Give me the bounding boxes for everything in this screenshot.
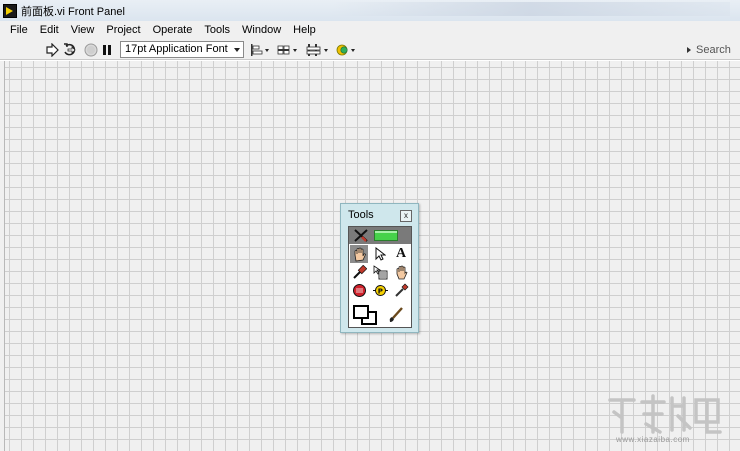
foreground-color-swatch (353, 305, 369, 319)
abort-icon[interactable] (83, 42, 99, 58)
svg-text:P: P (377, 287, 382, 295)
window-title-bar: 前面板.vi Front Panel (0, 0, 740, 21)
font-select-value: 17pt Application Font (125, 43, 228, 55)
automatic-tool-led-icon (374, 230, 398, 241)
menu-bar: File Edit View Project Operate Tools Win… (0, 21, 740, 40)
edit-text-icon[interactable]: A (392, 245, 410, 263)
menu-help[interactable]: Help (287, 21, 322, 40)
shortcut-menu-icon[interactable] (371, 263, 389, 281)
tools-palette-title: Tools (348, 209, 374, 221)
menu-operate[interactable]: Operate (147, 21, 199, 40)
reorder-icon[interactable] (336, 42, 358, 58)
scroll-window-hand-icon[interactable] (392, 263, 410, 281)
window-title: 前面板.vi Front Panel (21, 5, 125, 18)
watermark-url: www.xiazaiba.com (616, 435, 690, 444)
title-bar-background (330, 2, 730, 16)
chevron-down-icon (234, 48, 240, 52)
auto-tool-cross-icon (353, 228, 369, 246)
menu-project[interactable]: Project (100, 21, 146, 40)
breakpoint-icon[interactable] (350, 281, 368, 299)
font-select[interactable]: 17pt Application Font (120, 41, 244, 58)
position-size-arrow-icon[interactable] (371, 245, 389, 263)
pause-icon[interactable] (100, 42, 114, 58)
connect-wire-spool-icon[interactable] (350, 263, 368, 281)
labview-vi-icon (3, 3, 17, 18)
menu-tools[interactable]: Tools (198, 21, 236, 40)
menu-window[interactable]: Window (236, 21, 287, 40)
search-label: Search (696, 44, 731, 56)
search-field[interactable]: Search (684, 42, 740, 58)
resize-objects-icon[interactable] (306, 42, 330, 58)
run-continuously-icon[interactable] (62, 42, 78, 58)
tools-palette[interactable]: Tools x A P (340, 203, 419, 333)
operate-value-hand-icon[interactable] (350, 245, 368, 263)
expand-arrow-icon (687, 47, 691, 53)
menu-edit[interactable]: Edit (34, 21, 65, 40)
menu-file[interactable]: File (4, 21, 34, 40)
close-icon[interactable]: x (400, 210, 412, 222)
toolbar: 17pt Application Font Search (0, 40, 740, 60)
watermark-logo (604, 392, 724, 436)
set-color-brush-icon[interactable] (383, 303, 409, 327)
run-arrow-icon[interactable] (44, 42, 60, 58)
align-objects-icon[interactable] (249, 42, 271, 58)
automatic-tool-selection-button[interactable] (349, 227, 411, 244)
tools-grid: A P (348, 226, 412, 328)
menu-view[interactable]: View (65, 21, 101, 40)
distribute-objects-icon[interactable] (277, 42, 299, 58)
probe-data-icon[interactable]: P (371, 281, 389, 299)
get-color-eyedropper-icon[interactable] (392, 281, 410, 299)
set-color-swatch[interactable] (351, 303, 379, 327)
